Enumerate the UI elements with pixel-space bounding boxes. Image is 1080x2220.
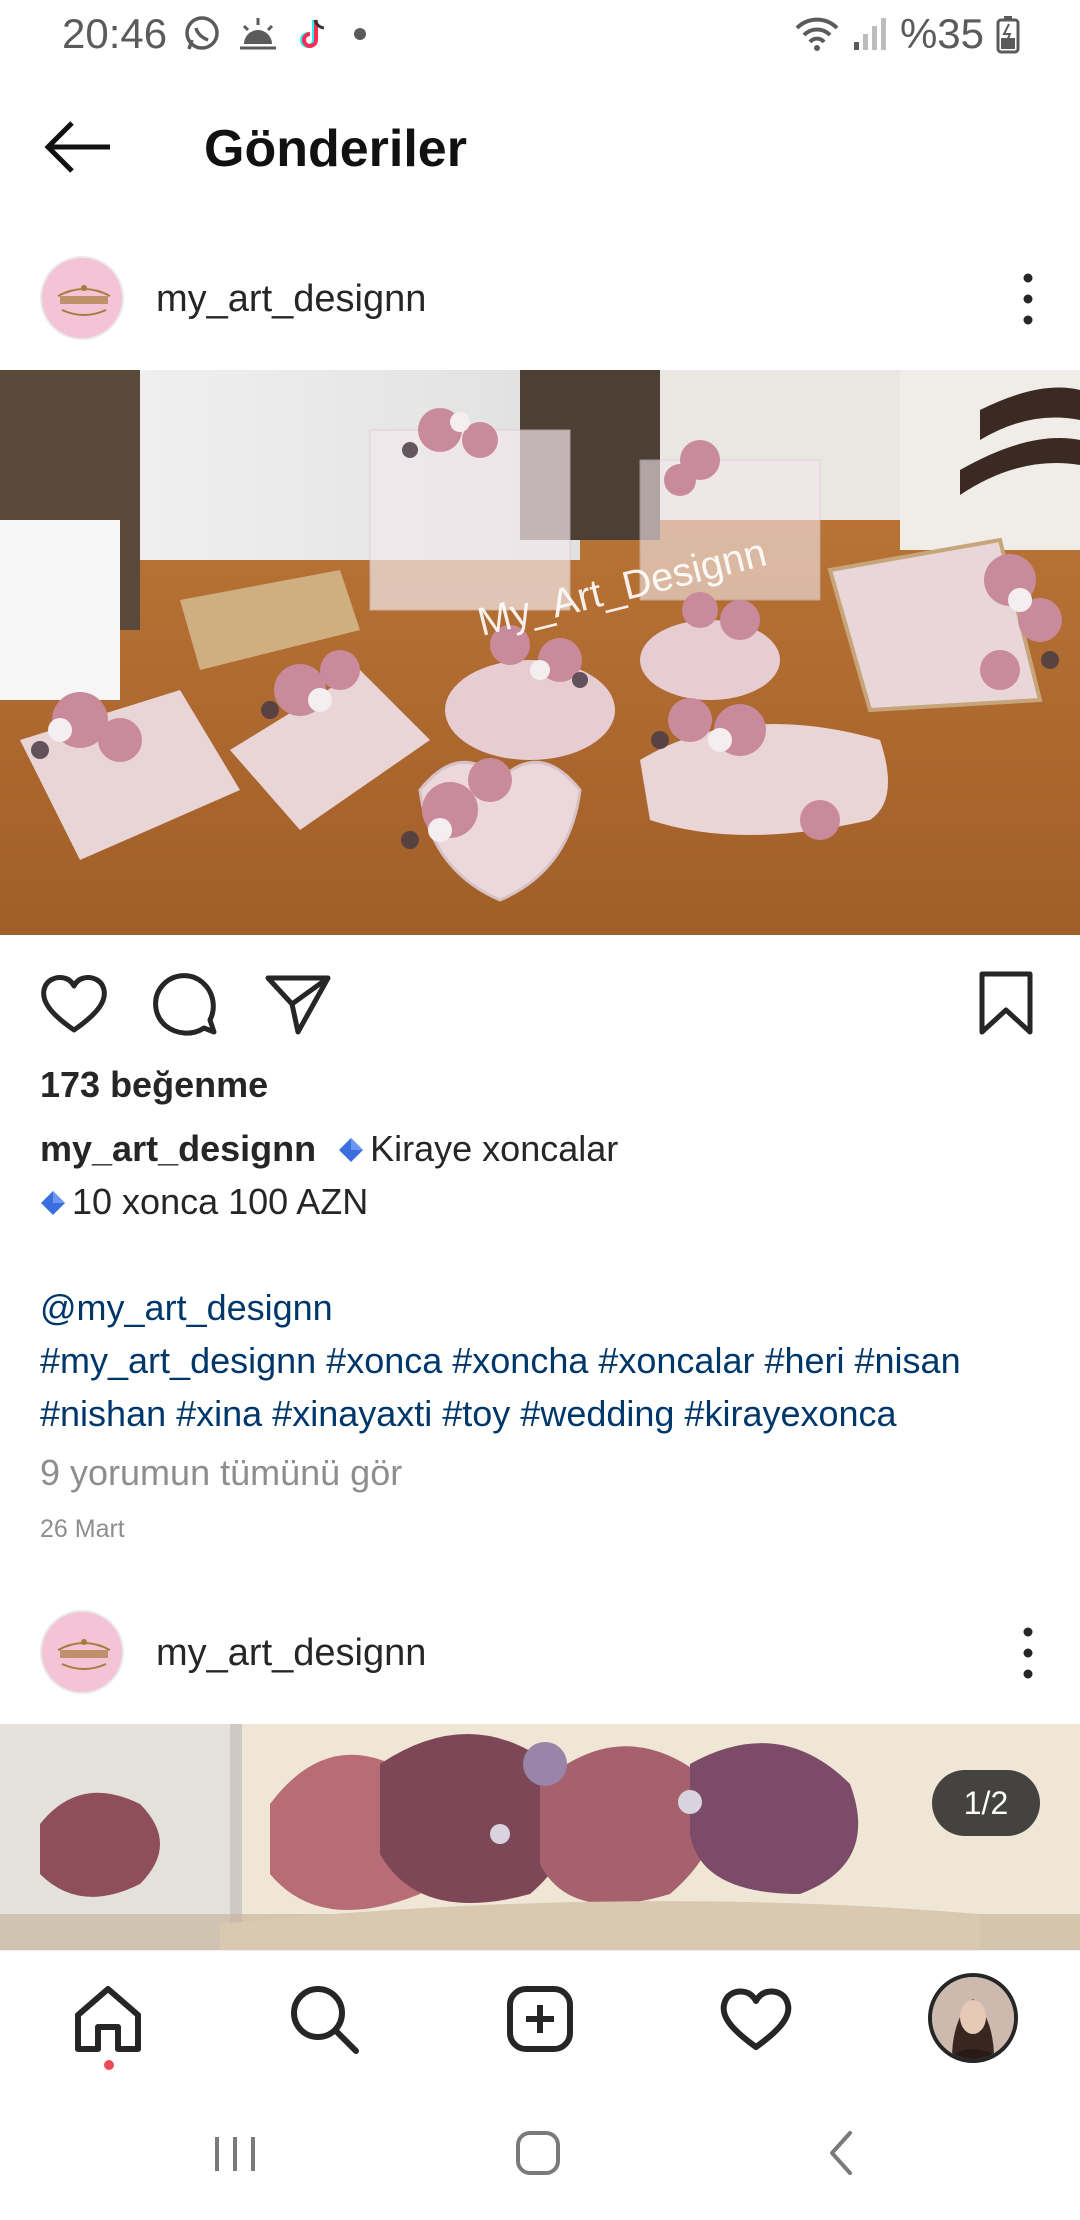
save-bookmark-icon[interactable] <box>970 968 1042 1040</box>
post-photo: My_Art_Designn <box>0 370 1080 935</box>
signal-icon <box>853 18 886 50</box>
more-options-icon[interactable] <box>1008 264 1048 334</box>
avatar[interactable] <box>40 256 124 340</box>
notification-dot <box>104 2060 114 2070</box>
app-header: Gönderiler <box>0 95 1080 205</box>
post-username[interactable]: my_art_designn <box>156 1632 426 1675</box>
profile-avatar[interactable] <box>928 1973 1018 2063</box>
brand-logo-icon <box>42 258 122 338</box>
search-icon[interactable] <box>286 1981 362 2057</box>
activity-heart-icon[interactable] <box>718 1981 794 2057</box>
blue-diamond-icon <box>339 1138 364 1162</box>
caption-line-1: my_art_designn Kiraye xoncalar <box>40 1122 1050 1175</box>
wifi-icon <box>795 17 839 51</box>
avatar[interactable] <box>40 1610 124 1694</box>
image-counter-badge: 1/2 <box>932 1770 1040 1836</box>
new-post-icon[interactable] <box>502 1981 578 2057</box>
status-bar: 20:46 %35 <box>0 0 1080 70</box>
brand-logo-icon <box>42 1612 122 1692</box>
post-image[interactable] <box>0 1724 1080 1950</box>
blue-diamond-icon <box>41 1191 65 1215</box>
back-arrow-icon[interactable] <box>42 117 114 177</box>
bottom-navigation <box>0 1950 1080 2085</box>
more-options-icon[interactable] <box>1008 1618 1048 1688</box>
status-notification-icons <box>182 14 370 54</box>
post-caption: my_art_designn Kiraye xoncalar 10 xonca … <box>40 1122 1050 1440</box>
like-heart-icon[interactable] <box>38 968 110 1040</box>
status-right-icons: %35 <box>794 10 1020 58</box>
system-navigation <box>0 2085 1080 2220</box>
status-time: 20:46 <box>62 10 168 57</box>
caption-text-1: Kiraye xoncalar <box>370 1128 619 1169</box>
recent-apps-icon[interactable] <box>205 2125 265 2181</box>
dot-icon <box>354 28 366 40</box>
whatsapp-icon <box>185 16 219 50</box>
post-header: my_art_designn <box>0 1596 1080 1706</box>
post-photo <box>0 1724 1080 1950</box>
view-all-comments-link[interactable]: 9 yorumun tümünü gör <box>40 1452 402 1494</box>
home-icon[interactable] <box>70 1981 146 2057</box>
caption-username[interactable]: my_art_designn <box>40 1128 316 1169</box>
battery-percent: %35 <box>899 10 984 57</box>
profile-photo <box>932 1977 1014 2059</box>
weather-icon <box>240 18 276 50</box>
caption-line-2: 10 xonca 100 AZN <box>40 1175 1050 1228</box>
post-actions <box>0 958 1080 1048</box>
post-date: 26 Mart <box>40 1515 125 1543</box>
page-title: Gönderiler <box>204 120 467 178</box>
tiktok-icon <box>300 19 325 48</box>
post-image[interactable]: My_Art_Designn <box>0 370 1080 935</box>
battery-icon <box>996 16 1020 54</box>
caption-hashtags-1[interactable]: #my_art_designn #xonca #xoncha #xoncalar… <box>40 1334 1050 1387</box>
caption-text-2: 10 xonca 100 AZN <box>72 1181 369 1222</box>
caption-hashtags-2[interactable]: #nishan #xina #xinayaxti #toy #wedding #… <box>40 1387 1050 1440</box>
post-username[interactable]: my_art_designn <box>156 278 426 321</box>
caption-mention[interactable]: @my_art_designn <box>40 1281 1050 1334</box>
likes-count[interactable]: 173 beğenme <box>40 1064 268 1106</box>
home-button-icon[interactable] <box>508 2125 568 2181</box>
comment-icon[interactable] <box>150 968 222 1040</box>
back-nav-icon[interactable] <box>812 2125 872 2181</box>
post-header: my_art_designn <box>0 242 1080 352</box>
share-send-icon[interactable] <box>262 968 334 1040</box>
